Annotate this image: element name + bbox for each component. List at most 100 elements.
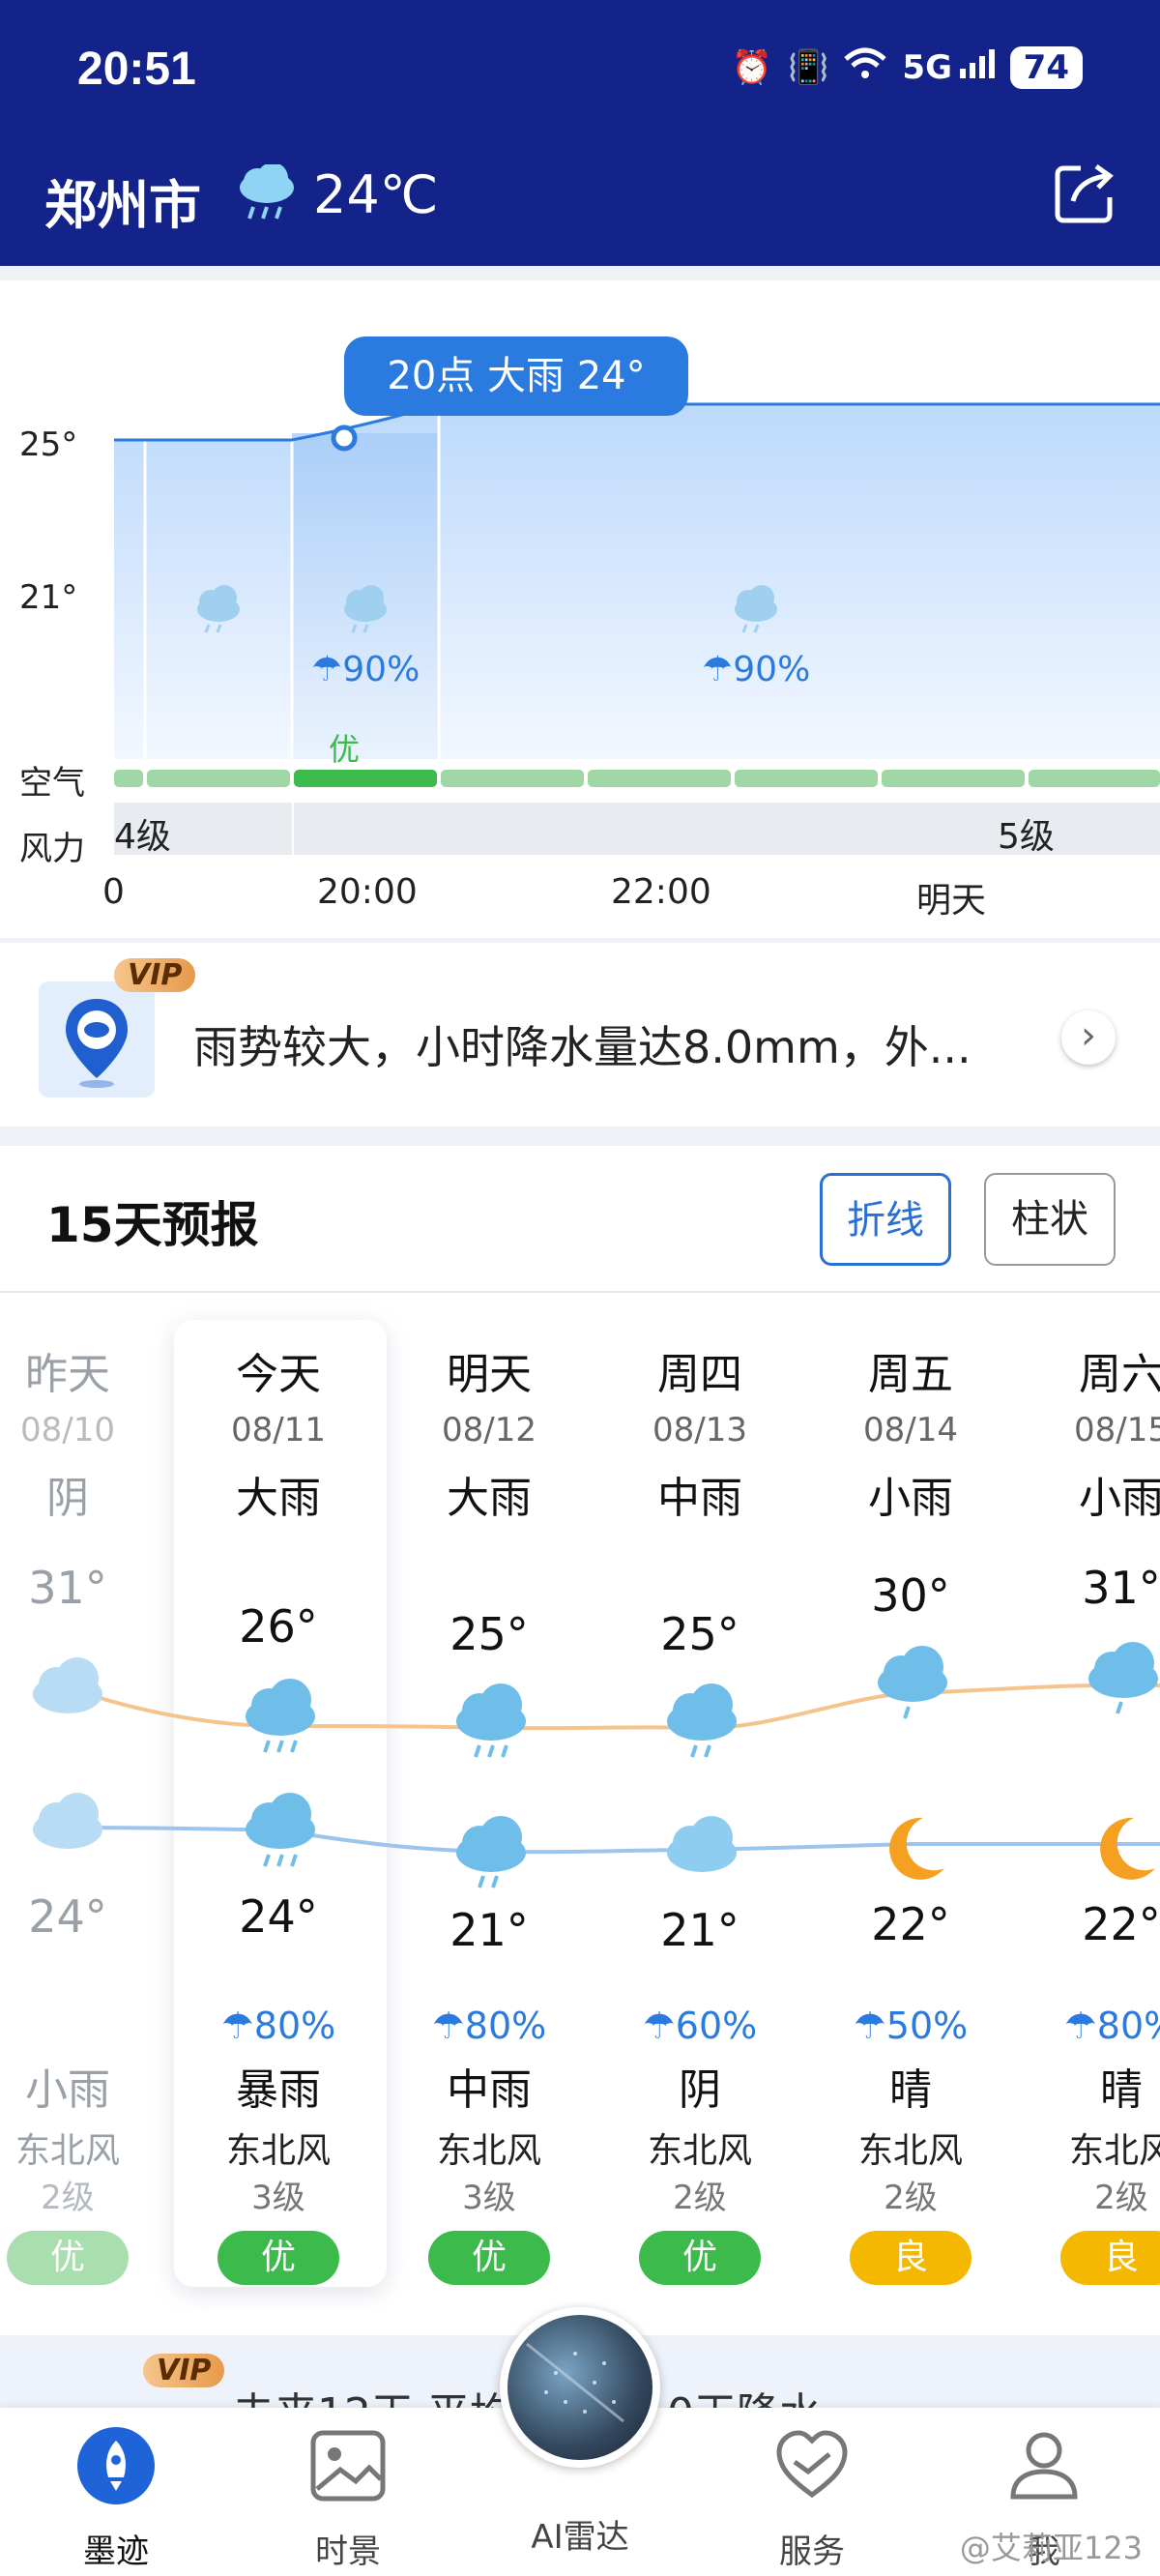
day-weather: 中雨	[657, 1474, 742, 1523]
wind-level: 2级	[884, 2179, 938, 2217]
rocket-icon	[77, 2427, 155, 2504]
night-weather: 阴	[679, 2065, 721, 2115]
day-weather: 大雨	[236, 1474, 321, 1523]
hourly-forecast-card[interactable]: 25° 21° 空气 风力 20点 大雨 24° ☂90% ☂90% 优 4级 …	[0, 280, 1160, 938]
day-date: 08/15	[1074, 1411, 1160, 1449]
share-icon[interactable]	[1052, 159, 1119, 230]
wind-level: 2级	[673, 2179, 727, 2217]
y-label-low: 21°	[19, 578, 78, 617]
rain-probability: ☂80%	[220, 2005, 336, 2047]
day-date: 08/14	[863, 1411, 958, 1449]
day-weather: 大雨	[447, 1474, 532, 1523]
vip-badge: VIP	[114, 958, 196, 992]
nav-label: AI雷达	[531, 2518, 629, 2557]
day-column-today[interactable]: 今天 08/11 大雨	[182, 1339, 375, 1525]
cloud-icon	[667, 1816, 737, 1872]
rain-probability: ☂80%	[1025, 2005, 1160, 2047]
wind-level: 3级	[462, 2179, 516, 2217]
night-weather: 中雨	[447, 2065, 532, 2115]
location-rain-icon	[66, 999, 128, 1088]
rain-cloud-icon	[236, 162, 298, 226]
rain-cloud-icon	[33, 1793, 102, 1849]
nav-label: 时景	[315, 2532, 381, 2571]
aqi-badge: 良	[1060, 2231, 1160, 2285]
wind-direction: 东北风	[436, 2131, 541, 2171]
rain-cloud-icon	[456, 1816, 526, 1872]
day-column-tomorrow[interactable]: 明天 08/12 大雨	[392, 1339, 586, 1525]
day-weather: 小雨	[1079, 1474, 1160, 1523]
aqi-badge: 优	[7, 2231, 129, 2285]
wind-level-left: 4级	[114, 817, 171, 857]
night-weather: 暴雨	[236, 2065, 321, 2115]
day-column-thu[interactable]: 周四 08/13 中雨	[603, 1339, 797, 1525]
status-time: 20:51	[77, 44, 196, 95]
time-tick: 0	[102, 872, 125, 912]
aqi-badge: 优	[218, 2231, 339, 2285]
signal-icon: 5G	[902, 48, 995, 87]
wind-level: 3级	[251, 2179, 305, 2217]
rain-cloud-icon	[878, 1646, 947, 1702]
current-temp: 24℃	[313, 164, 439, 225]
rain-prob-22: ☂90%	[702, 650, 811, 689]
rain-cloud-icon	[246, 1679, 315, 1736]
night-weather: 晴	[1100, 2065, 1143, 2115]
high-temp: 31°	[1082, 1562, 1160, 1614]
high-temp: 30°	[871, 1569, 950, 1622]
wind-direction: 东北风	[14, 2131, 120, 2171]
low-temp: 24°	[239, 1890, 318, 1943]
low-temp: 21°	[450, 1904, 529, 1956]
ai-radar-button[interactable]	[500, 2307, 660, 2468]
day-weather: 小雨	[868, 1474, 953, 1523]
day-name: 周五	[868, 1350, 953, 1399]
day-date: 08/11	[231, 1411, 326, 1449]
city-name[interactable]: 郑州市	[44, 162, 201, 239]
rain-probability: ☂60%	[642, 2005, 758, 2047]
rain-prob-value: 90%	[733, 650, 811, 689]
rain-probability: ☂80%	[431, 2005, 547, 2047]
day-name: 明天	[447, 1350, 532, 1399]
night-weather: 小雨	[25, 2065, 110, 2115]
day-date: 08/12	[442, 1411, 536, 1449]
heart-hand-icon	[776, 2430, 848, 2499]
time-tick: 22:00	[611, 872, 711, 912]
image-icon	[310, 2430, 386, 2502]
day-column-fri[interactable]: 周五 08/14 小雨	[814, 1339, 1007, 1525]
wind-level: 2级	[41, 2179, 95, 2217]
rain-cloud-icon	[246, 1793, 315, 1849]
rain-cloud-icon	[667, 1683, 737, 1741]
day-name: 周四	[657, 1350, 742, 1399]
top-bar: 20:51 ⏰ 📳 5G 74 郑州市 24℃	[0, 0, 1160, 266]
nav-label: 墨迹	[83, 2532, 149, 2571]
wind-direction: 东北风	[857, 2131, 963, 2171]
air-row-label: 空气	[19, 764, 85, 803]
rain-cloud-icon	[1088, 1642, 1158, 1698]
day-column-yesterday[interactable]: 昨天 08/10 阴	[0, 1339, 164, 1525]
rain-cloud-icon	[456, 1683, 526, 1741]
day-column-sat[interactable]: 周六 08/15 小雨	[1025, 1339, 1160, 1525]
day-date: 08/10	[20, 1411, 115, 1449]
rain-prob-value: 50%	[885, 2005, 969, 2047]
nav-ai-radar[interactable]: AI雷达	[483, 2501, 677, 2558]
chevron-right-icon[interactable]: ›	[1061, 1010, 1116, 1065]
air-quality-label: 优	[329, 731, 361, 768]
low-temp: 24°	[28, 1890, 107, 1943]
rain-prob-value: 80%	[1096, 2005, 1160, 2047]
vibrate-icon: 📳	[788, 48, 829, 87]
nav-moji[interactable]: 墨迹	[19, 2425, 213, 2572]
hour-tooltip: 20点 大雨 24°	[344, 337, 688, 416]
person-icon	[1010, 2432, 1078, 2500]
rain-alert-row[interactable]: VIP 雨势较大，小时降水量达8.0mm，外... ›	[0, 943, 1160, 1127]
low-temp: 21°	[660, 1904, 740, 1956]
day-date: 08/13	[652, 1411, 747, 1449]
nav-service[interactable]: 服务	[715, 2425, 909, 2572]
wind-direction: 东北风	[1068, 2131, 1160, 2171]
rain-prob-20: ☂90%	[311, 650, 420, 689]
low-temp: 22°	[1082, 1898, 1160, 1950]
time-tick: 明天	[916, 881, 987, 921]
watermark: @艾莉亚123	[959, 2530, 1143, 2566]
alarm-icon: ⏰	[731, 48, 773, 87]
nav-shijing[interactable]: 时景	[251, 2425, 445, 2572]
aqi-badge: 良	[850, 2231, 972, 2285]
aqi-badge: 优	[428, 2231, 550, 2285]
wind-level: 2级	[1094, 2179, 1148, 2217]
